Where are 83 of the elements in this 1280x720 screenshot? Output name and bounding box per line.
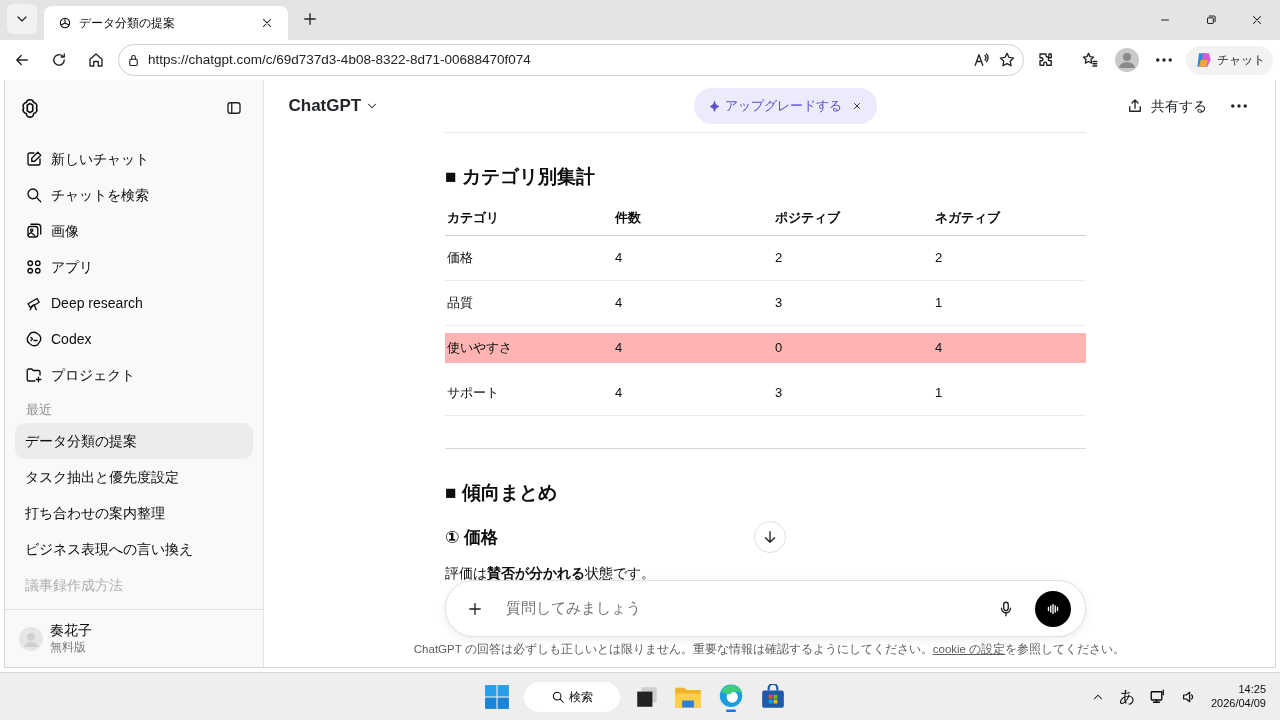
clock-date: 2026/04/09 bbox=[1210, 696, 1266, 711]
sidebar-item[interactable]: Codex bbox=[15, 321, 253, 357]
sidebar-item[interactable]: アプリ bbox=[15, 249, 253, 285]
home-icon bbox=[87, 51, 105, 69]
chat-history-item[interactable]: タスク抽出と優先度設定 bbox=[15, 459, 253, 495]
plan-label: 無料版 bbox=[50, 639, 87, 655]
sparkle-icon bbox=[708, 99, 721, 113]
close-icon[interactable] bbox=[260, 16, 274, 30]
user-name: 奏花子 bbox=[50, 622, 92, 640]
column-header: 件数 bbox=[615, 209, 642, 228]
codex-icon bbox=[25, 330, 43, 348]
network-icon[interactable] bbox=[1148, 687, 1167, 706]
search-icon bbox=[551, 689, 566, 704]
disclaimer-text: ChatGPT の回答は必ずしも正しいとは限りません。重要な情報は確認するようにしてください。cookie の設定を参照してください。 bbox=[412, 642, 1127, 658]
sidebar-icon bbox=[225, 99, 243, 117]
sidebar-item[interactable]: プロジェクト bbox=[15, 357, 253, 393]
message-input[interactable]: 質問してみましょう bbox=[504, 596, 977, 621]
paragraph: 評価は賛否が分かれる状態です。 bbox=[445, 563, 655, 583]
voice-mode-button[interactable] bbox=[1035, 590, 1071, 627]
table-cell-text: 4 bbox=[615, 338, 624, 357]
table-cell-text: 1 bbox=[935, 293, 944, 312]
scroll-down-button[interactable] bbox=[754, 521, 786, 553]
share-button[interactable]: 共有する bbox=[1115, 90, 1217, 122]
clock-time: 14:25 bbox=[1237, 682, 1266, 697]
puzzle-icon bbox=[1036, 51, 1055, 69]
table-cell-text: 2 bbox=[935, 248, 944, 267]
avatar-icon bbox=[1114, 48, 1139, 72]
lock-icon bbox=[126, 52, 141, 68]
section-label: 最近 bbox=[25, 401, 53, 419]
chat-history-item[interactable]: ビジネス表現への言い換え bbox=[15, 531, 253, 567]
apps-icon bbox=[25, 258, 43, 276]
chatgpt-logo-icon bbox=[19, 97, 41, 119]
copilot-button[interactable]: チャット bbox=[1185, 45, 1273, 75]
close-icon bbox=[1250, 13, 1264, 27]
more-icon bbox=[1231, 104, 1247, 108]
column-header: カテゴリ bbox=[447, 209, 500, 228]
search-icon bbox=[25, 186, 43, 204]
table-cell-text: 3 bbox=[775, 293, 784, 312]
table-cell-text: 1 bbox=[935, 383, 944, 402]
table-cell-text: 4 bbox=[615, 248, 624, 267]
section-heading: ■ カテゴリ別集計 bbox=[445, 165, 595, 189]
table-cell-text: 3 bbox=[775, 383, 784, 402]
cookie-settings-link[interactable]: cookie の設定 bbox=[932, 643, 1006, 655]
table-cell-text: 0 bbox=[775, 338, 784, 357]
start-icon[interactable] bbox=[484, 683, 510, 710]
table-cell-text: 2 bbox=[775, 248, 784, 267]
ime-indicator[interactable]: あ bbox=[1118, 684, 1135, 709]
sidebar-item[interactable]: Deep research bbox=[15, 285, 253, 321]
table-cell-text: 品質 bbox=[447, 293, 474, 312]
restore-icon bbox=[1204, 13, 1218, 27]
reload-icon bbox=[50, 51, 68, 69]
browser-tab[interactable]: データ分類の提案 bbox=[44, 6, 288, 40]
tab-title: データ分類の提案 bbox=[79, 15, 176, 32]
sub-heading: ① 価格 bbox=[445, 527, 499, 549]
star-icon[interactable] bbox=[997, 51, 1016, 69]
more-icon bbox=[1155, 58, 1172, 62]
read-aloud-icon[interactable] bbox=[972, 51, 991, 69]
close-icon[interactable] bbox=[851, 100, 863, 112]
edit-icon bbox=[25, 150, 43, 168]
upgrade-button[interactable]: アップグレードする bbox=[694, 88, 877, 124]
chat-history-item[interactable]: データ分類の提案 bbox=[15, 423, 253, 459]
model-selector[interactable]: ChatGPT bbox=[285, 89, 383, 123]
images-icon bbox=[25, 222, 43, 240]
message-composer[interactable]: 質問してみましょう bbox=[445, 580, 1086, 637]
chat-history-item[interactable]: 打ち合わせの案内整理 bbox=[15, 495, 253, 531]
table-cell-text: サポート bbox=[447, 383, 500, 402]
column-header: ネガティブ bbox=[935, 209, 1002, 228]
table-cell-text: 価格 bbox=[447, 248, 474, 267]
folder-plus-icon bbox=[25, 366, 43, 384]
logo-icon bbox=[58, 16, 72, 30]
section-heading: ■ 傾向まとめ bbox=[445, 480, 557, 505]
sidebar-item[interactable]: 新しいチャット bbox=[15, 141, 253, 177]
taskbar-search[interactable]: 検索 bbox=[524, 681, 620, 712]
store-icon[interactable] bbox=[760, 683, 786, 710]
table-cell-text: 使いやすさ bbox=[447, 338, 513, 357]
url-text: https://chatgpt.com/c/69d737d3-4b08-8322-8d71-00688470f074 bbox=[148, 50, 532, 69]
table-cell-text: 4 bbox=[615, 293, 624, 312]
table-cell-text: 4 bbox=[935, 338, 944, 357]
column-header: ポジティブ bbox=[775, 209, 842, 228]
sidebar-item[interactable]: 画像 bbox=[15, 213, 253, 249]
star-list-icon bbox=[1080, 51, 1099, 69]
sidebar-item[interactable]: チャットを検索 bbox=[15, 177, 253, 213]
table-cell-text: 4 bbox=[615, 383, 624, 402]
